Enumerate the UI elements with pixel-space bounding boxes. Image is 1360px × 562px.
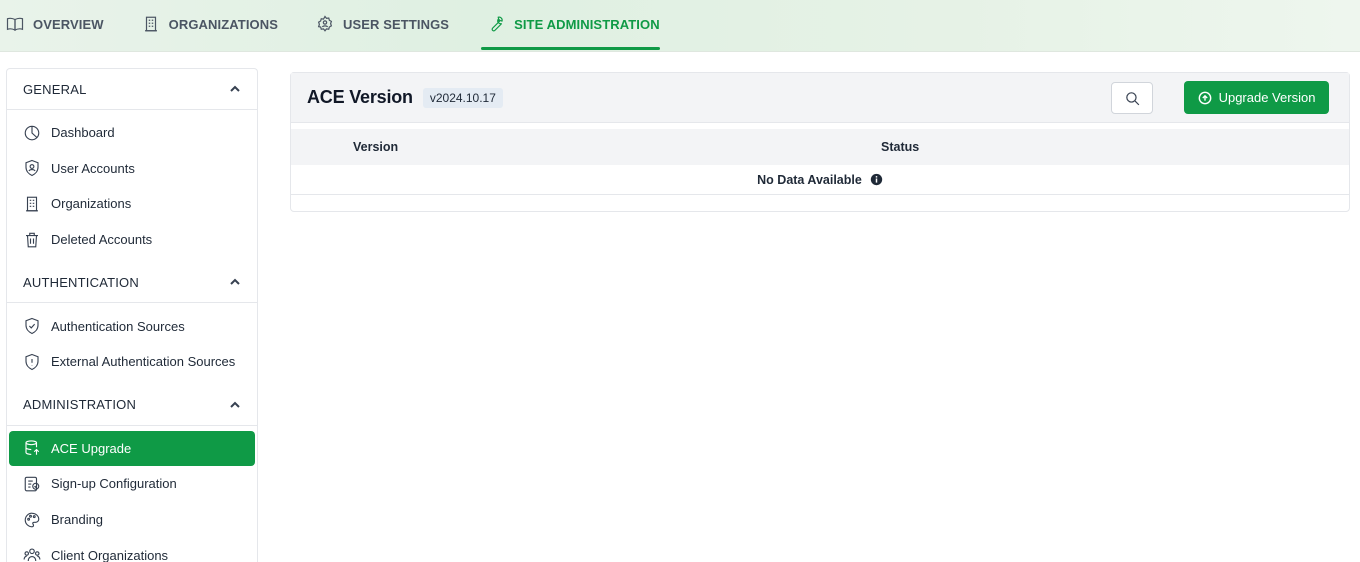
tab-user-settings[interactable]: USER SETTINGS bbox=[310, 0, 449, 48]
section-general-items: Dashboard User Accounts Organizations De… bbox=[7, 110, 257, 262]
section-title: GENERAL bbox=[23, 81, 87, 97]
page-title: ACE Version bbox=[307, 87, 413, 107]
shield-alert-icon bbox=[25, 353, 39, 370]
tab-organizations[interactable]: ORGANIZATIONS bbox=[136, 0, 278, 48]
sidebar-item-ace-upgrade[interactable]: ACE Upgrade bbox=[9, 430, 255, 467]
sidebar-item-label: Authentication Sources bbox=[51, 318, 185, 334]
sidebar-item-label: Deleted Accounts bbox=[51, 232, 153, 248]
top-navigation: OVERVIEW ORGANIZATIONS USER SETTINGS SIT… bbox=[0, 0, 1360, 52]
sidebar-item-label: User Accounts bbox=[51, 160, 135, 176]
tab-label: OVERVIEW bbox=[33, 16, 104, 32]
sidebar-item-deleted-accounts[interactable]: Deleted Accounts bbox=[9, 222, 255, 258]
sidebar-item-external-authentication-sources[interactable]: External Authentication Sources bbox=[9, 344, 255, 380]
sidebar-item-organizations[interactable]: Organizations bbox=[9, 186, 255, 222]
sidebar-item-label: Branding bbox=[51, 512, 104, 528]
sidebar-item-sign-up-configuration[interactable]: Sign-up Configuration bbox=[9, 466, 255, 502]
section-administration-header[interactable]: ADMINISTRATION bbox=[7, 385, 257, 426]
section-general-header[interactable]: GENERAL bbox=[7, 69, 257, 110]
search-icon bbox=[1125, 91, 1139, 105]
user-gear-icon bbox=[317, 15, 333, 32]
section-authentication-items: Authentication Sources External Authenti… bbox=[7, 303, 257, 384]
book-icon bbox=[6, 17, 24, 31]
tab-label: SITE ADMINISTRATION bbox=[514, 16, 660, 32]
info-icon bbox=[870, 173, 883, 186]
section-administration-items: ACE Upgrade Sign-up Configuration Brandi… bbox=[7, 426, 257, 562]
sidebar-item-user-accounts[interactable]: User Accounts bbox=[9, 151, 255, 187]
sidebar-item-label: ACE Upgrade bbox=[51, 440, 132, 456]
pie-chart-icon bbox=[24, 125, 40, 141]
empty-message: No Data Available bbox=[757, 172, 862, 187]
building-icon bbox=[144, 16, 157, 32]
sidebar-item-label: External Authentication Sources bbox=[51, 354, 236, 370]
empty-state-row: No Data Available bbox=[291, 165, 1349, 195]
sidebar-item-label: Organizations bbox=[51, 196, 132, 212]
database-upgrade-icon bbox=[25, 440, 40, 456]
shield-check-icon bbox=[25, 318, 39, 335]
sidebar-item-label: Sign-up Configuration bbox=[51, 476, 177, 492]
chevron-up-icon bbox=[230, 85, 240, 92]
version-badge: v2024.10.17 bbox=[422, 87, 503, 108]
table-header: Version Status bbox=[291, 129, 1349, 165]
ace-version-panel: ACE Version v2024.10.17 Upgrade Version … bbox=[290, 72, 1350, 212]
section-title: AUTHENTICATION bbox=[23, 274, 139, 290]
palette-icon bbox=[24, 512, 40, 527]
building-icon bbox=[26, 196, 38, 212]
user-shield-icon bbox=[25, 160, 39, 177]
column-header-status[interactable]: Status bbox=[881, 140, 919, 154]
panel-header: ACE Version v2024.10.17 Upgrade Version bbox=[291, 73, 1349, 123]
sidebar-item-dashboard[interactable]: Dashboard bbox=[9, 115, 255, 151]
form-check-icon bbox=[24, 476, 40, 492]
trash-icon bbox=[26, 232, 38, 247]
tab-label: USER SETTINGS bbox=[343, 16, 450, 32]
chevron-up-icon bbox=[230, 401, 240, 408]
sidebar-item-label: Client Organizations bbox=[51, 547, 169, 562]
column-header-version[interactable]: Version bbox=[291, 140, 881, 154]
section-title: ADMINISTRATION bbox=[23, 397, 137, 413]
search-button[interactable] bbox=[1111, 82, 1153, 114]
sidebar-item-client-organizations[interactable]: Client Organizations bbox=[9, 537, 255, 562]
sidebar: GENERAL Dashboard User Accounts Organiza… bbox=[6, 68, 258, 562]
users-group-icon bbox=[23, 548, 41, 562]
upgrade-version-label: Upgrade Version bbox=[1218, 90, 1316, 105]
upgrade-version-button[interactable]: Upgrade Version bbox=[1184, 81, 1329, 114]
versions-table: Version Status No Data Available bbox=[291, 129, 1349, 195]
tab-overview[interactable]: OVERVIEW bbox=[0, 0, 104, 48]
sidebar-item-label: Dashboard bbox=[51, 125, 115, 141]
wrench-icon bbox=[491, 16, 503, 32]
tab-site-administration[interactable]: SITE ADMINISTRATION bbox=[481, 0, 660, 50]
upgrade-icon bbox=[1198, 91, 1211, 104]
sidebar-item-branding[interactable]: Branding bbox=[9, 502, 255, 538]
section-authentication-header[interactable]: AUTHENTICATION bbox=[7, 262, 257, 304]
tab-label: ORGANIZATIONS bbox=[168, 16, 279, 32]
sidebar-item-authentication-sources[interactable]: Authentication Sources bbox=[9, 308, 255, 344]
chevron-up-icon bbox=[230, 278, 240, 286]
